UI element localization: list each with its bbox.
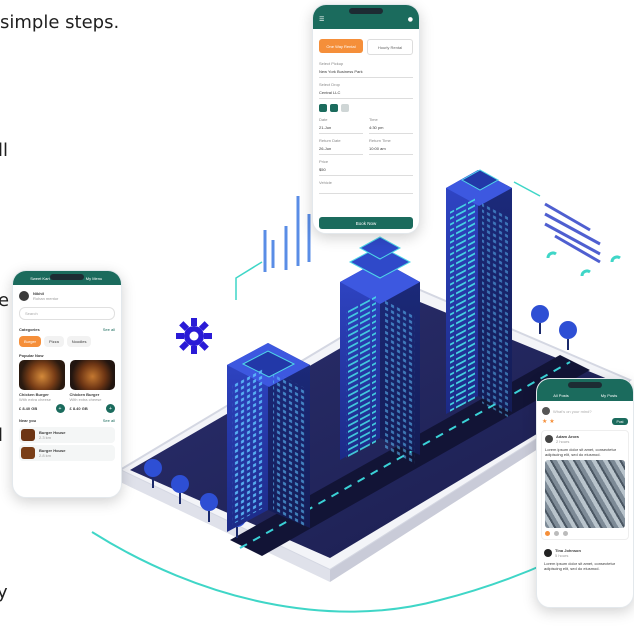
add-to-cart-button[interactable]: + [55, 404, 65, 413]
post-image [545, 460, 625, 528]
tab-all-posts[interactable]: All Posts [537, 389, 585, 401]
status-input[interactable]: What's on your mind? [553, 409, 592, 414]
post-time: 2 hours [556, 439, 570, 444]
search-input[interactable]: Search [19, 307, 115, 320]
user-subtitle: Rohan mentor [33, 296, 59, 301]
time-field[interactable]: 4:30 pm [369, 122, 413, 134]
gear-icon [176, 318, 212, 354]
restaurant-distance: 2.8 km [39, 453, 52, 458]
post-text: Lorem ipsum dolor sit amet, consectetur … [544, 561, 616, 571]
illustration-stage: simple steps. ll e l y ☰ ● One Way Renta… [0, 0, 634, 629]
avatar[interactable] [19, 291, 29, 301]
category-chip-burger[interactable]: Burger [19, 336, 42, 347]
like-icon[interactable] [545, 531, 550, 536]
food-subtitle: With extra cheese [69, 397, 102, 402]
post-card[interactable]: Adam Arora 2 hours Lorem ipsum dolor sit… [541, 430, 629, 540]
food-app-phone: Sweet Kart My Menu Nikhil Rohan mentor S… [12, 270, 122, 498]
pickup-field[interactable]: New York Business Park [319, 66, 413, 78]
restaurant-distance: 2.3 km [39, 435, 52, 440]
category-chip-noodles[interactable]: Noodles [66, 336, 92, 347]
near-you-title: Near you [19, 418, 37, 423]
booking-app-phone: ☰ ● One Way Rental Hourly Rental Select … [312, 4, 420, 234]
tab-one-way-rental[interactable]: One Way Rental [319, 39, 363, 53]
post-button[interactable]: Post [612, 418, 628, 425]
category-chip-pizza[interactable]: Pizza [44, 336, 64, 347]
list-item[interactable]: Burger House 2.8 km [19, 445, 115, 461]
restaurant-thumbnail [21, 447, 35, 459]
reaction-icons[interactable]: ★ ★ [542, 418, 555, 425]
food-price: £ 8.40 GB [19, 406, 38, 411]
food-subtitle: With extra cheese [19, 397, 52, 402]
comment-icon[interactable] [554, 531, 559, 536]
suv-type-icon[interactable] [330, 104, 338, 112]
list-item[interactable]: Burger House 2.3 km [19, 427, 115, 443]
tab-hourly-rental[interactable]: Hourly Rental [367, 39, 413, 55]
social-app-phone: All Posts My Posts What's on your mind? … [536, 378, 634, 608]
phone-notch [50, 274, 84, 280]
booking-header: ☰ ● [313, 5, 419, 29]
avatar[interactable] [542, 407, 550, 415]
post-card[interactable]: Tina Johnson 5 hours Lorem ipsum dolor s… [541, 545, 629, 574]
food-price: £ 8.40 GB [69, 406, 88, 411]
popular-now-title: Popular Now [19, 353, 44, 358]
bell-icon: ● [407, 16, 413, 23]
post-text: Lorem ipsum dolor sit amet, consectetur … [545, 447, 617, 457]
categories-see-all-link[interactable]: See all [103, 327, 115, 332]
restaurant-thumbnail [21, 429, 35, 441]
author-avatar [545, 435, 553, 443]
share-icon[interactable] [563, 531, 568, 536]
return-time-field[interactable]: 10:00 am [369, 143, 413, 155]
book-now-button[interactable]: Book Now [319, 217, 413, 229]
burger-image [19, 360, 65, 390]
add-to-cart-button[interactable]: + [106, 404, 115, 413]
return-date-field[interactable]: 26-Jun [319, 143, 363, 155]
author-avatar [544, 549, 552, 557]
menu-icon: ☰ [319, 16, 325, 23]
food-header: Sweet Kart My Menu [13, 271, 121, 285]
date-field[interactable]: 21-Jun [319, 122, 363, 134]
burger-image [69, 360, 115, 390]
drop-field[interactable]: Central LLC [319, 87, 413, 99]
phone-notch [349, 8, 383, 14]
post-time: 5 hours [555, 553, 569, 558]
tab-my-posts[interactable]: My Posts [585, 389, 633, 401]
vehicle-field[interactable] [319, 185, 413, 194]
social-header: All Posts My Posts [537, 379, 633, 401]
food-card[interactable]: Chicken Burger With extra cheese £ 8.40 … [69, 360, 115, 413]
price-field[interactable]: $50 [319, 164, 413, 176]
van-type-icon[interactable] [341, 104, 349, 112]
car-type-icon[interactable] [319, 104, 327, 112]
categories-title: Categories [19, 327, 40, 332]
near-you-see-all-link[interactable]: See all [103, 418, 115, 423]
phone-notch [568, 382, 602, 388]
food-card[interactable]: Chicken Burger With extra cheese £ 8.40 … [19, 360, 65, 413]
